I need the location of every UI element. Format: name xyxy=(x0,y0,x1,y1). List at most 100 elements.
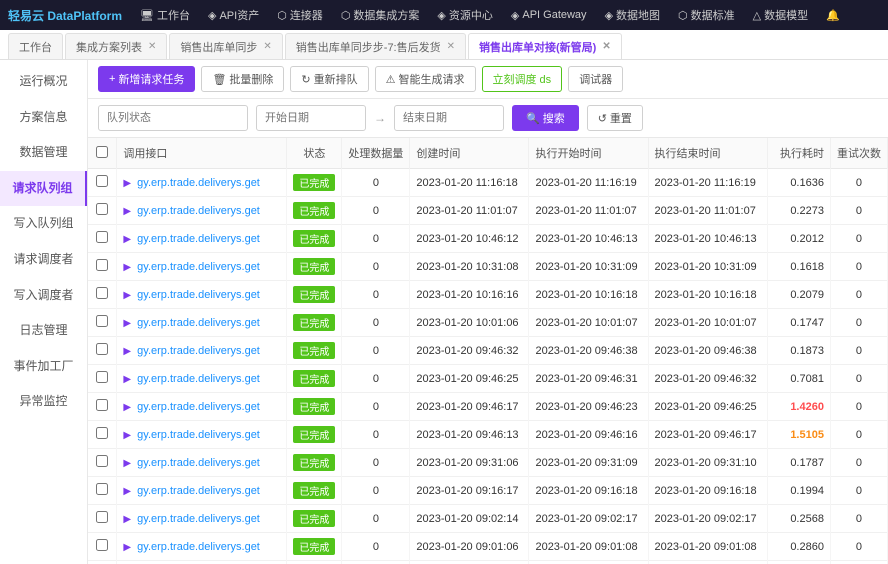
select-all-checkbox[interactable] xyxy=(96,146,108,158)
smart-request-button[interactable]: ⚠ 智能生成请求 xyxy=(375,66,476,92)
row-checkbox[interactable] xyxy=(96,371,108,383)
row-checkbox[interactable] xyxy=(96,455,108,467)
tab-sales-outbound[interactable]: 销售出库单同步 ✕ xyxy=(169,33,282,59)
close-tab-sales-docking[interactable]: ✕ xyxy=(602,41,610,52)
api-link[interactable]: gy.erp.trade.deliverys.get xyxy=(137,289,260,301)
api-link[interactable]: gy.erp.trade.deliverys.get xyxy=(137,261,260,273)
end-date-input[interactable] xyxy=(394,105,504,131)
row-checkbox[interactable] xyxy=(96,343,108,355)
close-tab-sales-outbound[interactable]: ✕ xyxy=(263,41,271,52)
row-checkbox[interactable] xyxy=(96,175,108,187)
sidebar-item-plan-info[interactable]: 方案信息 xyxy=(0,100,87,136)
table-row: ▶ gy.erp.trade.deliverys.get 已完成 0 2023-… xyxy=(88,197,888,225)
row-create-time: 2023-01-20 09:31:06 xyxy=(410,449,529,477)
row-start-time: 2023-01-20 10:16:18 xyxy=(529,281,648,309)
status-badge: 已完成 xyxy=(293,202,335,219)
nav-data-map[interactable]: ◈数据地图 xyxy=(597,0,668,30)
api-link[interactable]: gy.erp.trade.deliverys.get xyxy=(137,401,260,413)
row-api: ▶ gy.erp.trade.deliverys.get xyxy=(117,449,287,477)
row-checkbox[interactable] xyxy=(96,287,108,299)
schedule-button[interactable]: 立刻调度 ds xyxy=(482,66,563,92)
row-end-time: 2023-01-20 10:46:13 xyxy=(648,225,767,253)
api-link[interactable]: gy.erp.trade.deliverys.get xyxy=(137,513,260,525)
close-tab-integration-list[interactable]: ✕ xyxy=(148,41,156,52)
api-link[interactable]: gy.erp.trade.deliverys.get xyxy=(137,541,260,553)
debugger-button[interactable]: 调试器 xyxy=(568,66,623,92)
search-button[interactable]: 🔍 搜索 xyxy=(512,105,579,131)
api-link[interactable]: gy.erp.trade.deliverys.get xyxy=(137,429,260,441)
tab-sales-after[interactable]: 销售出库单同步步-7:售后发货 ✕ xyxy=(285,33,466,59)
row-start-time: 2023-01-20 09:46:31 xyxy=(529,365,648,393)
api-link[interactable]: gy.erp.trade.deliverys.get xyxy=(137,345,260,357)
row-api: ▶ gy.erp.trade.deliverys.get xyxy=(117,533,287,561)
api-link[interactable]: gy.erp.trade.deliverys.get xyxy=(137,177,260,189)
row-checkbox[interactable] xyxy=(96,203,108,215)
batch-delete-button[interactable]: 🗑 批量删除 xyxy=(201,66,284,92)
reset-button[interactable]: ↺ 重置 xyxy=(587,105,643,131)
nav-resource-center[interactable]: ◈资源中心 xyxy=(429,0,500,30)
sidebar-item-event-factory[interactable]: 事件加工厂 xyxy=(0,349,87,385)
new-task-button[interactable]: + 新增请求任务 xyxy=(98,66,195,92)
row-checkbox[interactable] xyxy=(96,427,108,439)
row-retry-count: 0 xyxy=(830,225,887,253)
start-date-input[interactable] xyxy=(256,105,366,131)
sidebar-item-overview[interactable]: 运行概况 xyxy=(0,64,87,100)
row-end-time: 2023-01-20 09:31:10 xyxy=(648,449,767,477)
nav-data-model[interactable]: △数据模型 xyxy=(745,0,816,30)
tab-integration-list[interactable]: 集成方案列表 ✕ xyxy=(65,33,167,59)
sidebar-item-exception-monitor[interactable]: 异常监控 xyxy=(0,384,87,420)
nav-notification[interactable]: 🔔 xyxy=(818,0,848,30)
status-badge: 已完成 xyxy=(293,342,335,359)
close-tab-sales-after[interactable]: ✕ xyxy=(447,41,455,52)
api-link[interactable]: gy.erp.trade.deliverys.get xyxy=(137,485,260,497)
sidebar-item-write-scheduler[interactable]: 写入调度者 xyxy=(0,278,87,314)
sidebar-item-data-management[interactable]: 数据管理 xyxy=(0,135,87,171)
nav-connector[interactable]: ⬡连接器 xyxy=(269,0,331,30)
nav-data-integration[interactable]: ⬡数据集成方案 xyxy=(333,0,428,30)
api-link[interactable]: gy.erp.trade.deliverys.get xyxy=(137,457,260,469)
row-start-time: 2023-01-20 09:16:18 xyxy=(529,477,648,505)
row-data-count: 0 xyxy=(342,533,410,561)
row-checkbox-cell xyxy=(88,281,117,309)
table-row: ▶ gy.erp.trade.deliverys.get 已完成 0 2023-… xyxy=(88,477,888,505)
row-checkbox[interactable] xyxy=(96,315,108,327)
row-create-time: 2023-01-20 09:16:17 xyxy=(410,477,529,505)
nav-workbench[interactable]: 🖥工作台 xyxy=(132,0,198,30)
row-start-time: 2023-01-20 10:31:09 xyxy=(529,253,648,281)
data-table-wrap[interactable]: 调用接口 状态 处理数据量 创建时间 执行开始时间 执行结束时间 执行耗时 重试… xyxy=(88,138,888,564)
row-retry-count: 0 xyxy=(830,309,887,337)
row-start-time: 2023-01-20 09:01:08 xyxy=(529,533,648,561)
row-checkbox[interactable] xyxy=(96,483,108,495)
tab-bar: 工作台 集成方案列表 ✕ 销售出库单同步 ✕ 销售出库单同步步-7:售后发货 ✕… xyxy=(0,30,888,60)
api-link[interactable]: gy.erp.trade.deliverys.get xyxy=(137,205,260,217)
row-create-time: 2023-01-20 11:16:18 xyxy=(410,169,529,197)
api-link[interactable]: gy.erp.trade.deliverys.get xyxy=(137,373,260,385)
row-checkbox[interactable] xyxy=(96,399,108,411)
row-retry-count: 0 xyxy=(830,477,887,505)
reorder-button[interactable]: ↻ 重新排队 xyxy=(290,66,368,92)
delete-icon: 🗑 xyxy=(212,73,226,86)
sidebar-item-write-queue[interactable]: 写入队列组 xyxy=(0,206,87,242)
row-checkbox[interactable] xyxy=(96,259,108,271)
sidebar-item-log-management[interactable]: 日志管理 xyxy=(0,313,87,349)
row-retry-count: 0 xyxy=(830,253,887,281)
row-checkbox[interactable] xyxy=(96,231,108,243)
row-start-time: 2023-01-20 11:01:07 xyxy=(529,197,648,225)
nav-api-assets[interactable]: ◈API资产 xyxy=(200,0,267,30)
api-link[interactable]: gy.erp.trade.deliverys.get xyxy=(137,233,260,245)
nav-api-gateway[interactable]: ◈API Gateway xyxy=(503,0,595,30)
row-checkbox[interactable] xyxy=(96,511,108,523)
nav-data-standard[interactable]: ⬡数据标准 xyxy=(670,0,743,30)
row-start-time: 2023-01-20 08:46:13 xyxy=(529,561,648,564)
row-data-count: 0 xyxy=(342,337,410,365)
sidebar-item-request-scheduler[interactable]: 请求调度者 xyxy=(0,242,87,278)
api-link[interactable]: gy.erp.trade.deliverys.get xyxy=(137,317,260,329)
status-badge: 已完成 xyxy=(293,370,335,387)
row-end-time: 2023-01-20 09:16:18 xyxy=(648,477,767,505)
status-filter-input[interactable] xyxy=(98,105,248,131)
table-row: ▶ gy.erp.trade.deliverys.get 已完成 0 2023-… xyxy=(88,561,888,564)
sidebar-item-request-queue[interactable]: 请求队列组 xyxy=(0,171,87,207)
tab-sales-docking[interactable]: 销售出库单对接(新管局) ✕ xyxy=(468,33,622,59)
row-checkbox[interactable] xyxy=(96,539,108,551)
tab-workbench[interactable]: 工作台 xyxy=(8,33,63,59)
